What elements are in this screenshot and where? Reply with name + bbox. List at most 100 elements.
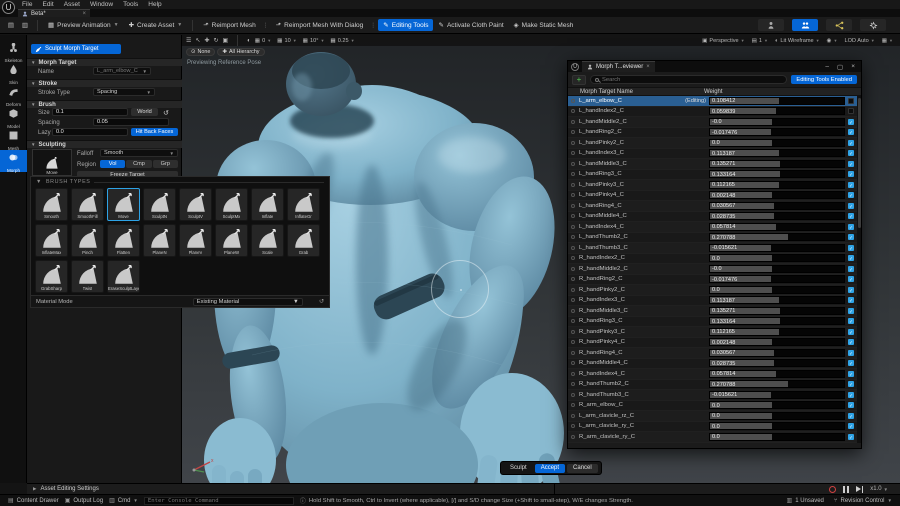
radio-icon[interactable] (571, 382, 575, 386)
radio-icon[interactable] (571, 256, 575, 260)
enabled-checkbox[interactable]: ✓ (848, 287, 854, 293)
radio-icon[interactable] (571, 288, 575, 292)
weight-slider[interactable]: 0.030567 (709, 349, 845, 357)
radio-icon[interactable] (571, 330, 575, 334)
radio-icon[interactable] (571, 130, 575, 134)
morph-target-row[interactable]: R_handThumb3_C -0.015621 ✓ (568, 390, 861, 401)
enabled-checkbox[interactable]: ✓ (848, 276, 854, 282)
weight-slider[interactable]: 0.133164 (709, 170, 845, 178)
content-drawer-button[interactable]: ▤Content Drawer (8, 497, 59, 504)
brush-type-tile[interactable]: SmoothFill (71, 188, 104, 221)
morph-target-row[interactable]: R_handIndex2_C 0.0 ✓ (568, 254, 861, 265)
radio-icon[interactable] (571, 372, 575, 376)
enabled-checkbox[interactable]: ✓ (848, 119, 854, 125)
brush-type-tile[interactable]: GrabSharp (35, 260, 68, 293)
reimport-mesh-button[interactable]: ⬏ Reimport Mesh (198, 19, 261, 31)
morph-target-row[interactable]: L_handPinky3_C 0.112165 ✓ (568, 180, 861, 191)
brush-type-tile[interactable]: Smooth (35, 188, 68, 221)
weight-slider[interactable]: -0.017476 (709, 128, 845, 136)
console-command-box[interactable] (144, 497, 294, 505)
asset-tab[interactable]: Beta* × (18, 9, 90, 17)
weight-slider[interactable]: 0.028735 (709, 212, 845, 220)
radio-icon[interactable] (571, 361, 575, 365)
pause-icon[interactable] (843, 486, 849, 493)
options-dots-icon[interactable]: ⋮ (263, 22, 269, 29)
radio-icon[interactable] (571, 225, 575, 229)
sculpt-morph-target-button[interactable]: Sculpt Morph Target (31, 44, 121, 54)
radio-icon[interactable] (571, 162, 575, 166)
animation-graph-icon[interactable] (826, 19, 852, 31)
morph-target-row[interactable]: R_handThumb2_C 0.270788 ✓ (568, 380, 861, 391)
activate-cloth-paint-button[interactable]: ✎ Activate Cloth Paint (433, 19, 508, 31)
weight-slider[interactable]: 0.112165 (709, 328, 845, 336)
enabled-checkbox[interactable]: ✓ (848, 423, 854, 429)
morph-target-row[interactable]: L_handMiddle3_C 0.135271 ✓ (568, 159, 861, 170)
create-asset-button[interactable]: ✚ Create Asset▼ (124, 19, 188, 31)
radio-icon[interactable] (571, 214, 575, 218)
step-forward-icon[interactable] (856, 486, 864, 493)
weight-slider[interactable]: 0.0 (709, 286, 845, 294)
radio-icon[interactable] (571, 351, 575, 355)
radio-icon[interactable] (571, 277, 575, 281)
overlay-button[interactable]: Sculpt (504, 464, 533, 473)
weight-slider[interactable]: 0.135271 (709, 160, 845, 168)
region-option-button[interactable]: Vol (100, 160, 125, 168)
maximize-icon[interactable]: ▢ (837, 63, 843, 71)
enabled-checkbox[interactable]: ✓ (848, 402, 854, 408)
morph-name-dropdown[interactable]: L_arm_elbow_C▼ (93, 67, 151, 75)
morph-target-row[interactable]: L_arm_clavicle_rz_C 0.0 ✓ (568, 411, 861, 422)
morph-target-row[interactable]: R_handMiddle4_C 0.028735 ✓ (568, 359, 861, 370)
falloff-dropdown[interactable]: Smooth▼ (100, 149, 178, 157)
mode-rail-item[interactable]: Mesh (0, 128, 27, 150)
move-tool-icon[interactable]: ✚ (204, 37, 209, 44)
cmd-dropdown[interactable]: ▥Cmd▼ (109, 497, 138, 504)
enabled-checkbox[interactable] (848, 98, 854, 104)
morph-target-row[interactable]: R_arm_clavicle_ry_C 0.0 ✓ (568, 432, 861, 443)
snap-setting-chip[interactable]: ▦10▼ (277, 38, 297, 44)
overlay-button[interactable]: Accept (535, 464, 565, 473)
morph-target-row[interactable]: R_handMiddle3_C 0.135271 ✓ (568, 306, 861, 317)
unreal-logo-icon[interactable]: U (2, 1, 15, 14)
enabled-checkbox[interactable]: ✓ (848, 308, 854, 314)
menu-item[interactable]: Edit (42, 1, 53, 8)
enabled-checkbox[interactable]: ✓ (848, 182, 854, 188)
menu-item[interactable]: Window (90, 1, 113, 8)
brush-type-tile[interactable]: Scale (251, 224, 284, 257)
weight-slider[interactable]: 0.057814 (709, 223, 845, 231)
menu-item[interactable]: Help (148, 1, 161, 8)
radio-icon[interactable] (571, 267, 575, 271)
section-stroke[interactable]: ▼Stroke (27, 79, 182, 87)
menu-item[interactable]: Tools (123, 1, 138, 8)
stroke-type-dropdown[interactable]: Spacing▼ (93, 88, 155, 96)
scale-tool-icon[interactable]: ▣ (222, 37, 228, 44)
morph-target-row[interactable]: R_handPinky3_C 0.112165 ✓ (568, 327, 861, 338)
playback-speed-dropdown[interactable]: x1.0▼ (870, 486, 888, 492)
weight-slider[interactable]: -0.0 (709, 118, 845, 126)
unsaved-button[interactable]: ▥1 Unsaved (787, 497, 824, 504)
morph-target-row[interactable]: L_arm_elbow_C (Editing) 0.108412 (568, 96, 861, 107)
radio-icon[interactable] (571, 424, 575, 428)
enabled-checkbox[interactable]: ✓ (848, 350, 854, 356)
brush-spacing-input[interactable]: 0.05 (93, 118, 169, 126)
tab-close-icon[interactable]: × (82, 11, 86, 17)
weight-slider[interactable]: 0.0 (709, 139, 845, 147)
morph-target-row[interactable]: L_handMiddle2_C -0.0 ✓ (568, 117, 861, 128)
radio-icon[interactable] (571, 193, 575, 197)
weight-slider[interactable]: 0.112165 (709, 181, 845, 189)
browse-asset-icon[interactable]: ▥ (18, 19, 32, 31)
morph-target-row[interactable]: L_handThumb3_C -0.015621 ✓ (568, 243, 861, 254)
morph-target-row[interactable]: L_handPinky2_C 0.0 ✓ (568, 138, 861, 149)
perspective-dropdown[interactable]: ▣Perspective▼ (702, 38, 745, 44)
weight-slider[interactable]: 0.030567 (709, 202, 845, 210)
enabled-checkbox[interactable]: ✓ (848, 371, 854, 377)
output-log-button[interactable]: ▣Output Log (65, 497, 103, 504)
brush-type-tile[interactable]: PlaneV (179, 224, 212, 257)
snap-setting-chip[interactable]: ▦0.25▼ (330, 38, 354, 44)
radio-icon[interactable] (571, 340, 575, 344)
editing-tools-button[interactable]: ✎ Editing Tools (378, 19, 433, 31)
viewport-menu-icon[interactable]: ☰ (186, 37, 191, 44)
radio-icon[interactable] (571, 172, 575, 176)
reset-icon[interactable]: ↺ (319, 298, 324, 305)
physics-settings-icon[interactable] (860, 19, 886, 31)
morph-target-row[interactable]: R_handIndex4_C 0.057814 ✓ (568, 369, 861, 380)
